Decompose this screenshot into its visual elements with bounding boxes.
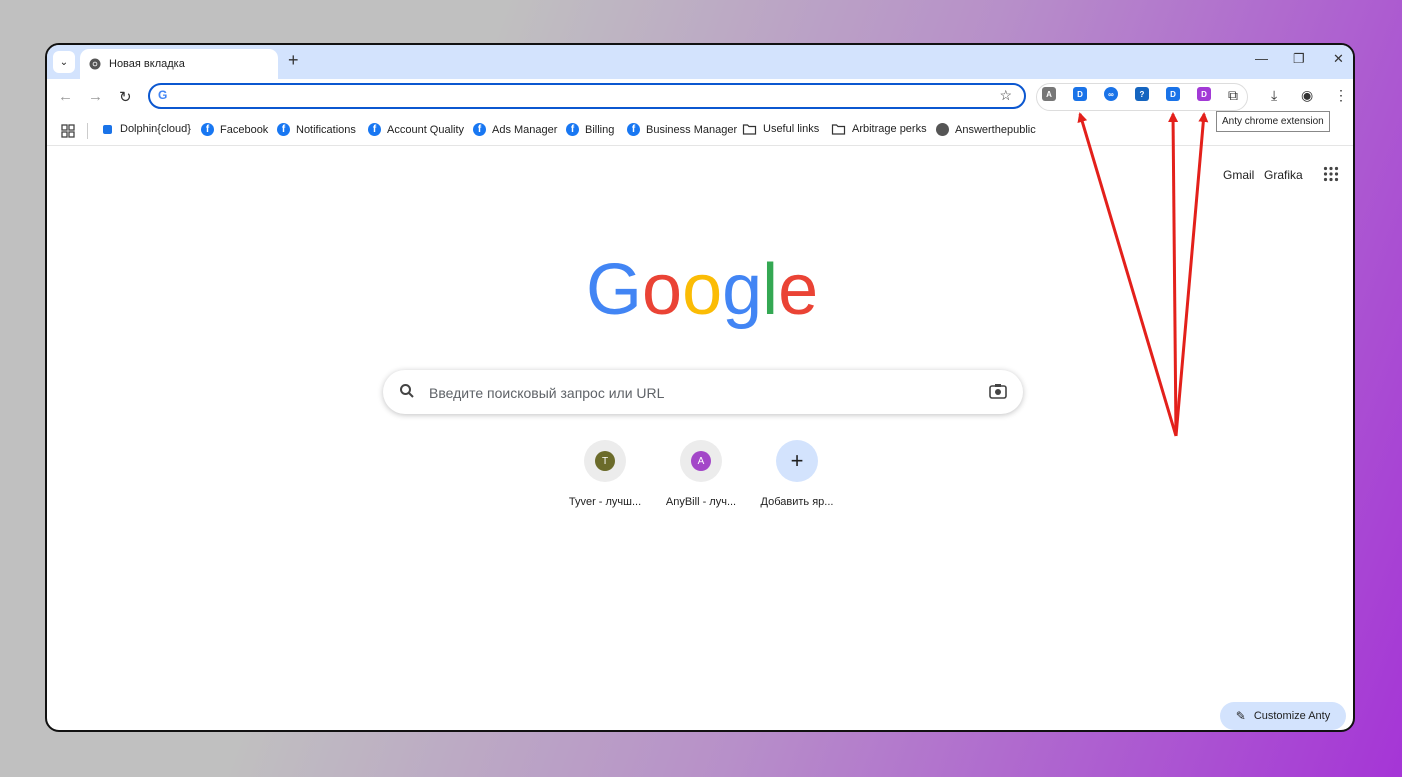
bookmarks-separator [87,123,88,139]
dolphin-extension-2-icon[interactable]: D [1166,87,1180,101]
gmail-link[interactable]: Gmail [1223,168,1254,182]
download-icon[interactable]: ⤓ [1271,87,1277,104]
facebook-icon: f [627,123,640,136]
bookmark-facebook[interactable]: f Facebook [201,123,268,136]
facebook-icon: f [277,123,290,136]
extension-a-icon[interactable]: A [1042,87,1056,101]
dolphin-icon [103,124,112,134]
dolphin-extension-icon[interactable]: D [1073,87,1087,101]
google-g-icon: G [158,88,168,102]
bookmark-dolphin[interactable]: Dolphin{cloud} [103,123,191,135]
facebook-icon: f [566,123,579,136]
new-tab-page: Gmail Grafika Google Введите поисковый з… [47,146,1353,730]
menu-kebab-icon[interactable]: ⋮ [1334,87,1348,104]
bookmark-ads-manager[interactable]: f Ads Manager [473,123,557,136]
bookmark-answerthepublic[interactable]: Answerthepublic [936,123,1036,136]
globe-icon [936,123,949,136]
browser-window: ⌄ Новая вкладка + — ❐ ✕ ← → ↻ G ☆ A D ∞ … [45,43,1355,732]
infinity-extension-icon[interactable]: ∞ [1104,87,1118,101]
tab-new-tab[interactable]: Новая вкладка [80,49,278,79]
bookmark-star-icon[interactable]: ☆ [999,87,1012,104]
anty-extension-icon[interactable]: D [1197,87,1211,101]
shortcut-icon: A [680,440,722,482]
bookmark-business-manager[interactable]: f Business Manager [627,123,737,136]
bookmark-notifications[interactable]: f Notifications [277,123,356,136]
search-icon [400,384,414,398]
bookmark-arbitrage-perks[interactable]: Arbitrage perks [831,123,927,135]
extensions-puzzle-icon[interactable]: ⧉ [1228,87,1238,104]
google-logo: Google [586,256,818,330]
chevron-down-icon: ⌄ [59,56,69,68]
bookmark-useful-links[interactable]: Useful links [742,123,819,135]
apps-grid-icon[interactable] [61,124,75,138]
facebook-icon: f [201,123,214,136]
add-shortcut-button[interactable]: + Добавить яр... [749,440,845,508]
forward-button[interactable]: → [88,88,103,105]
shortcut-tyver[interactable]: T Tyver - лучш... [557,440,653,508]
reload-button[interactable]: ↻ [119,88,132,106]
pencil-icon: ✎ [1235,709,1246,723]
shortcut-anybill[interactable]: A AnyBill - луч... [653,440,749,508]
new-tab-button[interactable]: + [288,50,299,71]
extension-tooltip: Anty chrome extension [1216,111,1330,132]
facebook-icon: f [473,123,486,136]
address-bar[interactable]: G ☆ [148,83,1026,109]
tab-strip: ⌄ Новая вкладка + — ❐ ✕ [47,45,1353,79]
search-input[interactable] [427,380,971,406]
close-window-button[interactable]: ✕ [1333,51,1344,67]
tab-search-button[interactable]: ⌄ [53,51,75,73]
shortcut-icon: T [584,440,626,482]
images-link[interactable]: Grafika [1264,168,1303,182]
bookmark-billing[interactable]: f Billing [566,123,614,136]
search-box[interactable] [383,370,1023,414]
restore-button[interactable]: ❐ [1293,51,1305,67]
profile-icon[interactable]: ◉ [1301,87,1313,104]
customize-button[interactable]: ✎ Customize Anty [1220,702,1346,730]
folder-icon [742,124,757,135]
toolbar: ← → ↻ G ☆ A D ∞ ? D D ⧉ ⤓ ◉ ⋮ [47,79,1353,117]
puzzle-extension-icon[interactable]: ? [1135,87,1149,101]
bookmark-account-quality[interactable]: f Account Quality [368,123,464,136]
tab-title: Новая вкладка [109,58,185,70]
bookmarks-bar: Dolphin{cloud} f Facebook f Notification… [47,117,1353,146]
camera-lens-icon[interactable] [989,383,1007,399]
folder-icon [831,124,846,135]
back-button[interactable]: ← [58,88,73,105]
chrome-icon [89,58,101,70]
minimize-button[interactable]: — [1255,51,1268,66]
facebook-icon: f [368,123,381,136]
plus-icon: + [776,440,818,482]
svg-text:Google: Google [586,256,818,330]
google-apps-icon[interactable] [1323,166,1339,182]
